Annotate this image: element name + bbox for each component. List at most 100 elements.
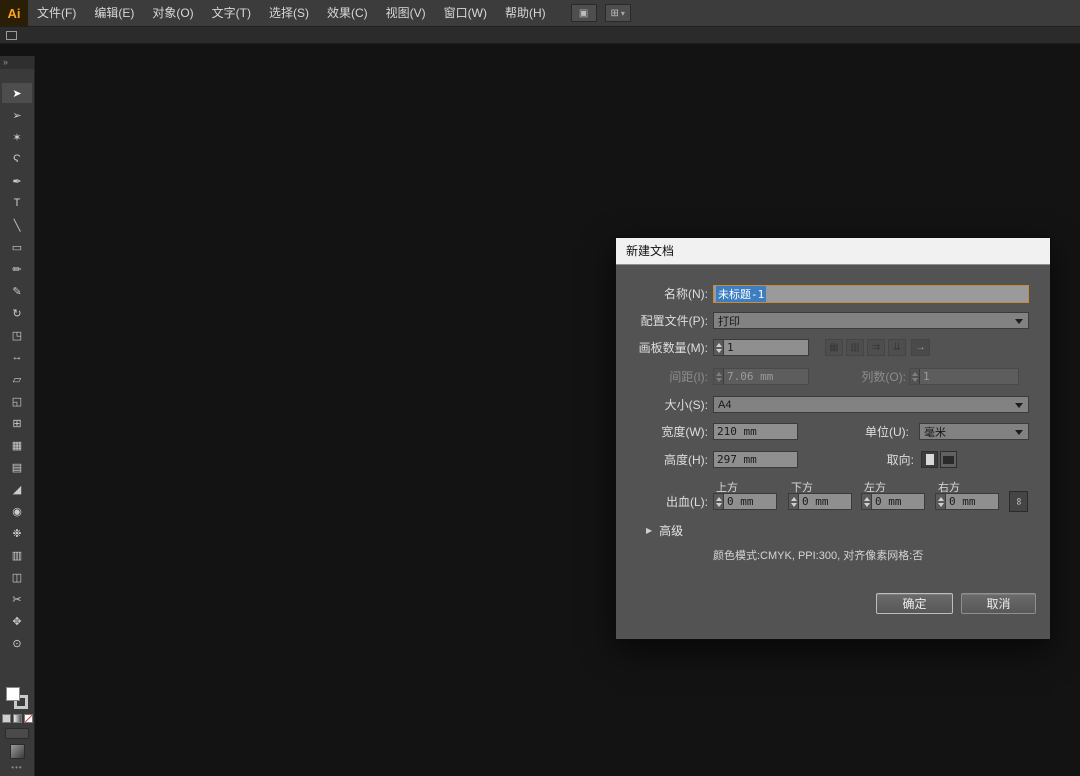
spinner-icon[interactable] bbox=[714, 494, 724, 509]
mesh-tool-icon[interactable]: ▦ bbox=[2, 435, 32, 455]
eyedropper-tool-icon[interactable]: ◢ bbox=[2, 479, 32, 499]
profile-value: 打印 bbox=[718, 313, 740, 329]
shape-builder-tool-icon[interactable]: ◱ bbox=[2, 391, 32, 411]
direct-selection-tool-icon[interactable]: ➢ bbox=[2, 105, 32, 125]
rotate-tool-icon[interactable]: ↻ bbox=[2, 303, 32, 323]
type-tool-icon[interactable]: T bbox=[2, 193, 32, 213]
size-row: 大小(S): A4 bbox=[616, 396, 1050, 414]
spinner-icon[interactable] bbox=[936, 494, 946, 509]
arrange-documents-icon[interactable]: ⊞ ▾ bbox=[605, 4, 631, 22]
cancel-button[interactable]: 取消 bbox=[961, 593, 1036, 614]
units-label: 单位(U): bbox=[806, 423, 909, 441]
artboard-tool-icon[interactable]: ◫ bbox=[2, 567, 32, 587]
hand-tool-icon[interactable]: ✥ bbox=[2, 611, 32, 631]
name-label: 名称(N): bbox=[616, 285, 708, 303]
artboards-input[interactable]: 1 bbox=[713, 339, 809, 356]
new-document-dialog: 新建文档 名称(N): 未标题-1 配置文件(P): 打印 画板数量(M): 1… bbox=[615, 237, 1051, 640]
menubar-icons: ▣ ⊞ ▾ bbox=[571, 4, 631, 22]
units-dropdown[interactable]: 毫米 bbox=[919, 423, 1029, 440]
dialog-buttons-row: 确定 取消 bbox=[616, 593, 1050, 614]
menu-help[interactable]: 帮助(H) bbox=[496, 0, 555, 26]
size-dropdown[interactable]: A4 bbox=[713, 396, 1029, 413]
menu-file[interactable]: 文件(F) bbox=[28, 0, 85, 26]
name-row: 名称(N): 未标题-1 bbox=[616, 285, 1050, 303]
panel-collapse-chevron-icon[interactable]: » bbox=[0, 56, 34, 69]
height-input[interactable]: 297 mm bbox=[713, 451, 798, 468]
bleed-left-value: 0 mm bbox=[875, 495, 902, 508]
grid-by-column-icon: ▥ bbox=[846, 339, 864, 356]
slice-tool-icon[interactable]: ✂ bbox=[2, 589, 32, 609]
arrange-by-row-icon: ⇉ bbox=[867, 339, 885, 356]
gradient-tool-icon[interactable]: ▤ bbox=[2, 457, 32, 477]
bleed-top-input[interactable]: 0 mm bbox=[713, 493, 777, 510]
width-tool-icon[interactable]: ↔ bbox=[2, 347, 32, 367]
pen-tool-icon[interactable]: ✒ bbox=[2, 171, 32, 191]
menu-effect[interactable]: 效果(C) bbox=[318, 0, 377, 26]
magic-wand-tool-icon[interactable]: ✶ bbox=[2, 127, 32, 147]
app-logo-icon: Ai bbox=[0, 0, 28, 26]
menu-edit[interactable]: 编辑(E) bbox=[85, 0, 143, 26]
menu-view[interactable]: 视图(V) bbox=[377, 0, 435, 26]
portrait-page-icon bbox=[926, 454, 934, 465]
control-bar-icon bbox=[6, 31, 17, 40]
rectangle-tool-icon[interactable]: ▭ bbox=[2, 237, 32, 257]
spinner-icon[interactable] bbox=[714, 340, 724, 355]
pencil-tool-icon[interactable]: ✎ bbox=[2, 281, 32, 301]
line-segment-tool-icon[interactable]: ╲ bbox=[2, 215, 32, 235]
screen-mode-button[interactable] bbox=[10, 744, 25, 759]
height-row: 高度(H): 297 mm 取向: bbox=[616, 451, 1050, 469]
lasso-tool-icon[interactable]: Ϛ bbox=[2, 149, 32, 169]
paintbrush-tool-icon[interactable]: ✏ bbox=[2, 259, 32, 279]
tool-list: ➤➢✶Ϛ✒T╲▭✏✎↻◳↔▱◱⊞▦▤◢◉❉▥◫✂✥⊙ bbox=[0, 83, 34, 653]
spinner-icon[interactable] bbox=[789, 494, 799, 509]
bleed-right-input[interactable]: 0 mm bbox=[935, 493, 999, 510]
bleed-bottom-input[interactable]: 0 mm bbox=[788, 493, 852, 510]
columns-value: 1 bbox=[923, 370, 930, 383]
change-direction-icon: → bbox=[911, 339, 930, 356]
menu-type[interactable]: 文字(T) bbox=[203, 0, 260, 26]
none-button[interactable] bbox=[24, 714, 33, 723]
bridge-icon[interactable]: ▣ bbox=[571, 4, 597, 22]
gradient-button[interactable] bbox=[13, 714, 22, 723]
menu-select[interactable]: 选择(S) bbox=[260, 0, 318, 26]
width-row: 宽度(W): 210 mm 单位(U): 毫米 bbox=[616, 423, 1050, 441]
units-value: 毫米 bbox=[924, 424, 946, 440]
size-value: A4 bbox=[718, 399, 731, 411]
drawing-mode-button[interactable] bbox=[5, 728, 29, 739]
link-bleed-values-button[interactable]: ∞ bbox=[1009, 491, 1028, 512]
menu-window[interactable]: 窗口(W) bbox=[435, 0, 496, 26]
dropdown-arrow-icon bbox=[1015, 319, 1023, 324]
advanced-label: 高级 bbox=[659, 522, 683, 539]
portrait-orientation-button[interactable] bbox=[921, 451, 938, 468]
selection-tool-icon[interactable]: ➤ bbox=[2, 83, 32, 103]
color-button[interactable] bbox=[2, 714, 11, 723]
bleed-top-value: 0 mm bbox=[727, 495, 754, 508]
menu-items: 文件(F)编辑(E)对象(O)文字(T)选择(S)效果(C)视图(V)窗口(W)… bbox=[28, 0, 555, 26]
fill-swatch[interactable] bbox=[6, 687, 20, 701]
arrange-documents-glyph-icon: ⊞ bbox=[610, 8, 618, 19]
free-transform-tool-icon[interactable]: ▱ bbox=[2, 369, 32, 389]
fill-stroke-widget[interactable] bbox=[6, 687, 28, 709]
more-tools-dots-icon[interactable]: ••• bbox=[11, 764, 22, 772]
symbol-sprayer-tool-icon[interactable]: ❉ bbox=[2, 523, 32, 543]
ok-button[interactable]: 确定 bbox=[876, 593, 953, 614]
spinner-icon[interactable] bbox=[862, 494, 872, 509]
orientation-label: 取向: bbox=[806, 451, 914, 469]
advanced-disclosure[interactable]: ▶ 高级 bbox=[646, 522, 683, 538]
height-label: 高度(H): bbox=[616, 451, 708, 469]
menu-object[interactable]: 对象(O) bbox=[143, 0, 202, 26]
landscape-orientation-button[interactable] bbox=[940, 451, 957, 468]
bleed-headers-row: 上方 下方 左方 右方 bbox=[616, 479, 1050, 492]
perspective-grid-tool-icon[interactable]: ⊞ bbox=[2, 413, 32, 433]
dialog-title[interactable]: 新建文档 bbox=[616, 238, 1050, 265]
column-graph-tool-icon[interactable]: ▥ bbox=[2, 545, 32, 565]
caret-down-icon: ▾ bbox=[621, 9, 625, 18]
scale-tool-icon[interactable]: ◳ bbox=[2, 325, 32, 345]
zoom-tool-icon[interactable]: ⊙ bbox=[2, 633, 32, 653]
name-input[interactable]: 未标题-1 bbox=[713, 285, 1029, 303]
bleed-left-input[interactable]: 0 mm bbox=[861, 493, 925, 510]
profile-dropdown[interactable]: 打印 bbox=[713, 312, 1029, 329]
width-input[interactable]: 210 mm bbox=[713, 423, 798, 440]
blend-tool-icon[interactable]: ◉ bbox=[2, 501, 32, 521]
orientation-buttons bbox=[921, 451, 957, 468]
